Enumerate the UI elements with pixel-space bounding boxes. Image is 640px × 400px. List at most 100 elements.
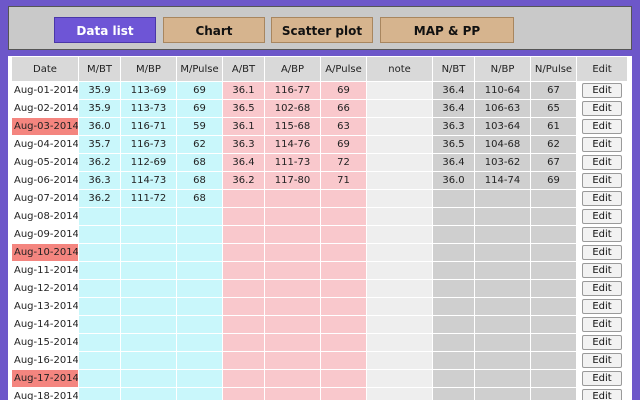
cell-a-pulse[interactable] xyxy=(320,279,367,298)
cell-a-bp[interactable]: 111-73 xyxy=(264,153,321,172)
cell-note[interactable] xyxy=(366,297,433,316)
cell-m-bt[interactable] xyxy=(78,387,121,400)
cell-a-bp[interactable] xyxy=(264,369,321,388)
cell-note[interactable] xyxy=(366,387,433,400)
cell-a-bt[interactable] xyxy=(222,261,265,280)
cell-a-bt[interactable]: 36.2 xyxy=(222,171,265,190)
cell-n-bt[interactable]: 36.0 xyxy=(432,171,475,190)
cell-a-bt[interactable] xyxy=(222,351,265,370)
cell-note[interactable] xyxy=(366,225,433,244)
cell-a-pulse[interactable] xyxy=(320,369,367,388)
cell-a-bt[interactable]: 36.5 xyxy=(222,99,265,118)
edit-button[interactable]: Edit xyxy=(582,137,622,152)
cell-m-pulse[interactable] xyxy=(176,207,223,226)
cell-a-pulse[interactable] xyxy=(320,333,367,352)
cell-a-bt[interactable] xyxy=(222,297,265,316)
cell-n-bp[interactable] xyxy=(474,369,531,388)
cell-m-bt[interactable]: 36.2 xyxy=(78,189,121,208)
cell-n-pulse[interactable]: 69 xyxy=(530,171,577,190)
cell-n-bt[interactable]: 36.5 xyxy=(432,135,475,154)
cell-m-bt[interactable] xyxy=(78,333,121,352)
cell-n-bt[interactable] xyxy=(432,315,475,334)
cell-n-pulse[interactable]: 61 xyxy=(530,117,577,136)
cell-a-pulse[interactable]: 69 xyxy=(320,81,367,100)
cell-m-pulse[interactable] xyxy=(176,279,223,298)
cell-m-pulse[interactable]: 59 xyxy=(176,117,223,136)
edit-button[interactable]: Edit xyxy=(582,245,622,260)
cell-n-bt[interactable] xyxy=(432,351,475,370)
cell-m-pulse[interactable]: 68 xyxy=(176,153,223,172)
edit-button[interactable]: Edit xyxy=(582,155,622,170)
cell-n-bp[interactable] xyxy=(474,279,531,298)
edit-button[interactable]: Edit xyxy=(582,191,622,206)
cell-m-bt[interactable]: 36.3 xyxy=(78,171,121,190)
cell-a-bp[interactable]: 116-77 xyxy=(264,81,321,100)
cell-m-bt[interactable]: 36.0 xyxy=(78,117,121,136)
cell-n-pulse[interactable] xyxy=(530,225,577,244)
cell-n-bt[interactable] xyxy=(432,243,475,262)
cell-m-pulse[interactable] xyxy=(176,387,223,400)
cell-m-bp[interactable]: 111-72 xyxy=(120,189,177,208)
cell-n-bp[interactable] xyxy=(474,351,531,370)
cell-a-bp[interactable] xyxy=(264,387,321,400)
cell-n-bp[interactable] xyxy=(474,333,531,352)
cell-m-bt[interactable]: 35.9 xyxy=(78,99,121,118)
cell-n-pulse[interactable]: 65 xyxy=(530,99,577,118)
edit-button[interactable]: Edit xyxy=(582,83,622,98)
cell-m-bp[interactable]: 116-71 xyxy=(120,117,177,136)
cell-a-bp[interactable] xyxy=(264,225,321,244)
tab-data-list[interactable]: Data list xyxy=(54,17,156,43)
cell-a-bt[interactable]: 36.3 xyxy=(222,135,265,154)
cell-m-bt[interactable] xyxy=(78,207,121,226)
edit-button[interactable]: Edit xyxy=(582,371,622,386)
cell-n-bt[interactable] xyxy=(432,387,475,400)
edit-button[interactable]: Edit xyxy=(582,209,622,224)
edit-button[interactable]: Edit xyxy=(582,263,622,278)
cell-n-bp[interactable]: 110-64 xyxy=(474,81,531,100)
edit-button[interactable]: Edit xyxy=(582,317,622,332)
cell-n-pulse[interactable]: 62 xyxy=(530,135,577,154)
cell-m-bt[interactable]: 36.2 xyxy=(78,153,121,172)
edit-button[interactable]: Edit xyxy=(582,389,622,400)
cell-m-bp[interactable]: 114-73 xyxy=(120,171,177,190)
cell-m-bt[interactable] xyxy=(78,279,121,298)
cell-n-pulse[interactable]: 67 xyxy=(530,81,577,100)
cell-m-bt[interactable]: 35.7 xyxy=(78,135,121,154)
cell-note[interactable] xyxy=(366,351,433,370)
cell-a-bt[interactable] xyxy=(222,315,265,334)
cell-m-bp[interactable] xyxy=(120,279,177,298)
cell-n-bt[interactable] xyxy=(432,369,475,388)
cell-m-bp[interactable] xyxy=(120,261,177,280)
cell-n-bt[interactable] xyxy=(432,333,475,352)
cell-n-bt[interactable] xyxy=(432,261,475,280)
cell-a-bt[interactable]: 36.1 xyxy=(222,117,265,136)
cell-a-bt[interactable]: 36.1 xyxy=(222,81,265,100)
cell-m-pulse[interactable]: 62 xyxy=(176,135,223,154)
cell-n-pulse[interactable] xyxy=(530,351,577,370)
cell-m-bp[interactable] xyxy=(120,315,177,334)
cell-m-bt[interactable] xyxy=(78,243,121,262)
cell-m-bp[interactable] xyxy=(120,207,177,226)
cell-a-bp[interactable] xyxy=(264,333,321,352)
cell-n-pulse[interactable] xyxy=(530,297,577,316)
cell-a-bp[interactable]: 117-80 xyxy=(264,171,321,190)
cell-note[interactable] xyxy=(366,333,433,352)
cell-m-pulse[interactable] xyxy=(176,315,223,334)
cell-a-pulse[interactable] xyxy=(320,225,367,244)
cell-a-pulse[interactable] xyxy=(320,387,367,400)
cell-n-pulse[interactable] xyxy=(530,243,577,262)
cell-a-pulse[interactable]: 72 xyxy=(320,153,367,172)
cell-m-bt[interactable] xyxy=(78,351,121,370)
cell-n-bp[interactable] xyxy=(474,207,531,226)
cell-m-pulse[interactable] xyxy=(176,351,223,370)
cell-a-pulse[interactable]: 66 xyxy=(320,99,367,118)
cell-n-bt[interactable] xyxy=(432,279,475,298)
cell-a-pulse[interactable]: 71 xyxy=(320,171,367,190)
cell-a-pulse[interactable] xyxy=(320,243,367,262)
cell-a-pulse[interactable] xyxy=(320,261,367,280)
cell-a-bp[interactable] xyxy=(264,207,321,226)
cell-n-bp[interactable]: 106-63 xyxy=(474,99,531,118)
cell-n-bp[interactable] xyxy=(474,225,531,244)
cell-a-bt[interactable] xyxy=(222,243,265,262)
cell-m-bp[interactable] xyxy=(120,333,177,352)
